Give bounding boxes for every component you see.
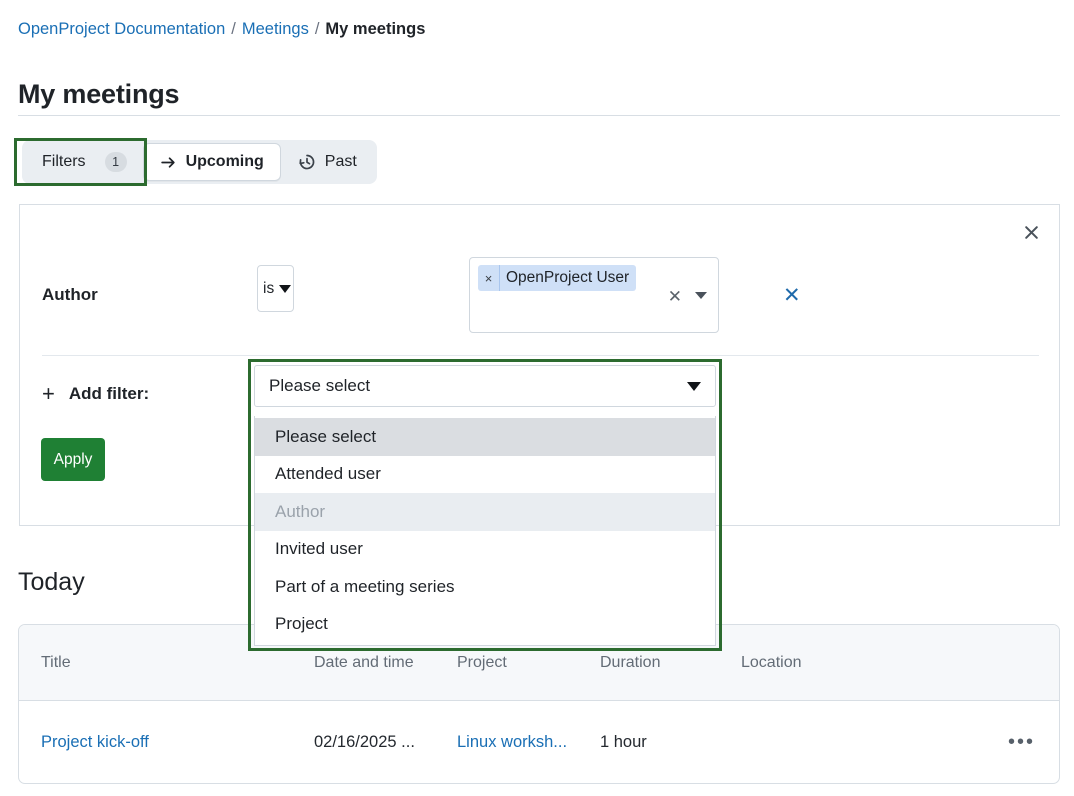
add-filter-select-value: Please select [269,376,371,395]
filter-operator-value: is [263,279,275,297]
cell-duration: 1 hour [600,732,647,751]
clear-icon[interactable]: ✕ [668,288,682,305]
project-link[interactable]: Linux worksh... [457,733,567,751]
breadcrumb-separator: / [314,20,320,38]
meetings-table: Title Date and time Project Duration Locatio… [18,624,1060,784]
remove-filter-button[interactable]: ✕ [783,285,801,306]
select-option-attended-user[interactable]: Attended user [255,456,715,494]
filter-value-multiselect[interactable]: × OpenProject User ✕ [469,257,719,333]
apply-filters-button[interactable]: Apply [41,438,105,481]
add-filter-select[interactable]: Please select [254,365,716,407]
column-header-duration: Duration [600,653,661,671]
column-header-location: Location [741,653,802,671]
chevron-down-icon [279,284,292,293]
breadcrumb-item-meetings[interactable]: Meetings [242,20,309,38]
breadcrumb: OpenProject Documentation / Meetings / My me… [18,18,425,40]
filter-value-token: × OpenProject User [478,265,637,291]
select-option-author: Author [255,493,715,531]
chevron-down-icon [687,382,701,391]
close-icon [1023,224,1040,241]
row-actions-menu-icon[interactable]: ••• [1008,732,1035,752]
page-title: My meetings [18,79,180,110]
tab-upcoming[interactable]: Upcoming [142,143,281,181]
tab-past-label: Past [324,153,357,170]
chevron-down-icon[interactable] [695,292,707,299]
column-header-project: Project [457,653,507,671]
breadcrumb-item-openproject-documentation[interactable]: OpenProject Documentation [18,20,225,38]
table-body: Project kick-off 02/16/2025 ... Linux work… [19,701,1059,783]
column-header-date-and-time: Date and time [314,653,414,671]
close-filter-panel-button[interactable] [1017,218,1045,246]
select-option-project[interactable]: Project [255,606,715,644]
tab-past[interactable]: Past [281,143,374,181]
filters-button-label: Filters [42,153,86,170]
filter-row-author: Author is × OpenProject User ✕ ✕ [20,251,1061,355]
filter-value-token-label: OpenProject User [506,269,630,286]
table-row: Project kick-off 02/16/2025 ... Linux work… [19,701,1059,783]
tab-upcoming-label: Upcoming [185,153,264,170]
select-option-invited-user[interactable]: Invited user [255,531,715,569]
breadcrumb-separator: / [231,20,236,38]
cell-title: Project kick-off [19,733,314,752]
filters-button[interactable]: Filters 1 [25,143,142,181]
column-header-title: Title [41,653,71,671]
add-filter-label: + Add filter: [42,383,149,405]
filter-operator-select[interactable]: is [257,265,294,312]
select-option-please-select[interactable]: Please select [255,418,715,456]
select-option-part-of-a-meeting-series[interactable]: Part of a meeting series [255,568,715,606]
breadcrumb-item-my-meetings: My meetings [325,20,426,38]
view-segmented-control: Filters 1 Upcoming Past [22,140,377,184]
add-filter-text: Add filter: [68,384,150,403]
history-clock-icon [298,153,316,171]
cell-project: Linux worksh... [457,733,600,752]
toolbar: Filters 1 Upcoming Past + Meeting [0,136,1074,318]
section-heading-today: Today [18,568,85,596]
header-divider [18,115,1060,116]
add-filter-select-menu: Please select Attended user Author Invited … [254,416,716,646]
plus-icon: + [42,381,55,406]
cell-date-and-time: 02/16/2025 ... [314,732,415,751]
filter-panel-divider [42,355,1039,356]
arrow-right-icon [160,154,177,171]
filters-count-badge: 1 [104,152,127,172]
filter-name-author: Author [42,285,98,304]
token-remove-icon[interactable]: × [478,265,500,291]
meeting-title-link[interactable]: Project kick-off [41,733,149,751]
